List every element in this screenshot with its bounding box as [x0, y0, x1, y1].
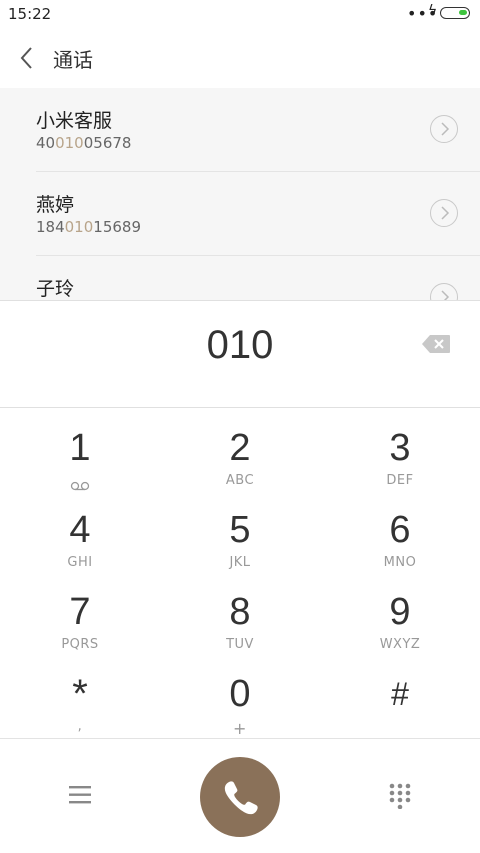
- bottom-bar: [0, 738, 480, 853]
- header: 通话: [0, 28, 480, 88]
- key-0[interactable]: 0 +: [160, 664, 320, 746]
- key-letters: DEF: [386, 473, 414, 488]
- match-highlight: 010: [64, 218, 94, 236]
- key-digit: 2: [229, 427, 251, 469]
- key-4[interactable]: 4 GHI: [0, 500, 160, 582]
- contact-name: 子玲: [36, 278, 75, 300]
- key-7[interactable]: 7 PQRS: [0, 582, 160, 664]
- key-letters: PQRS: [61, 637, 99, 652]
- dialpad-icon[interactable]: [389, 783, 411, 810]
- key-digit: 0: [229, 673, 251, 715]
- key-6[interactable]: 6 MNO: [320, 500, 480, 582]
- contact-row[interactable]: 燕婷 18401015689: [0, 172, 480, 256]
- key-3[interactable]: 3 DEF: [320, 418, 480, 500]
- contact-detail-icon[interactable]: [430, 115, 458, 143]
- call-button[interactable]: [200, 757, 280, 837]
- page-title: 通话: [53, 48, 93, 72]
- key-letters: JKL: [229, 555, 251, 570]
- key-digit: #: [391, 676, 409, 712]
- contact-number: 18401015689: [36, 218, 141, 236]
- contact-detail-icon[interactable]: [430, 283, 458, 300]
- key-5[interactable]: 5 JKL: [160, 500, 320, 582]
- phone-icon: [224, 781, 258, 815]
- status-time: 15:22: [8, 5, 52, 23]
- key-letters: TUV: [226, 637, 254, 652]
- menu-icon[interactable]: [68, 784, 92, 806]
- backspace-icon[interactable]: [421, 334, 451, 354]
- status-bar: 15:22 ••• ϟ: [0, 0, 480, 28]
- key-digit: 3: [389, 427, 411, 469]
- key-digit: 6: [389, 509, 411, 551]
- key-digit: 7: [69, 591, 91, 633]
- contact-row[interactable]: 小米客服 4001005678: [0, 88, 480, 172]
- key-digit: 9: [389, 591, 411, 633]
- contact-row[interactable]: 子玲: [0, 256, 480, 300]
- contact-number: 4001005678: [36, 134, 132, 152]
- key-digit: 8: [229, 591, 251, 633]
- key-1[interactable]: 1: [0, 418, 160, 500]
- key-hash[interactable]: #: [320, 664, 480, 746]
- key-letters: ABC: [225, 473, 255, 488]
- dialed-number[interactable]: 010: [0, 323, 480, 368]
- key-letters: WXYZ: [379, 637, 421, 652]
- contact-name: 小米客服: [36, 110, 113, 132]
- dial-input-area: 010: [0, 300, 480, 408]
- charging-icon: ϟ: [428, 3, 438, 19]
- contact-name: 燕婷: [36, 194, 75, 216]
- match-highlight: 010: [55, 134, 84, 152]
- key-letters: MNO: [383, 555, 417, 570]
- contact-detail-icon[interactable]: [430, 199, 458, 227]
- key-letters: ,: [77, 719, 83, 734]
- key-letters: +: [233, 719, 247, 738]
- battery-icon: [440, 7, 470, 19]
- key-star[interactable]: * ,: [0, 664, 160, 746]
- key-digit: 1: [69, 427, 91, 469]
- key-9[interactable]: 9 WXYZ: [320, 582, 480, 664]
- key-digit: 5: [229, 509, 251, 551]
- key-letters: GHI: [67, 555, 93, 570]
- contact-list: 小米客服 4001005678 燕婷 18401015689 子玲: [0, 88, 480, 300]
- back-arrow-icon[interactable]: [18, 44, 38, 72]
- voicemail-icon: [70, 476, 90, 491]
- key-digit: 4: [69, 509, 91, 551]
- key-digit: *: [72, 672, 88, 716]
- key-8[interactable]: 8 TUV: [160, 582, 320, 664]
- key-2[interactable]: 2 ABC: [160, 418, 320, 500]
